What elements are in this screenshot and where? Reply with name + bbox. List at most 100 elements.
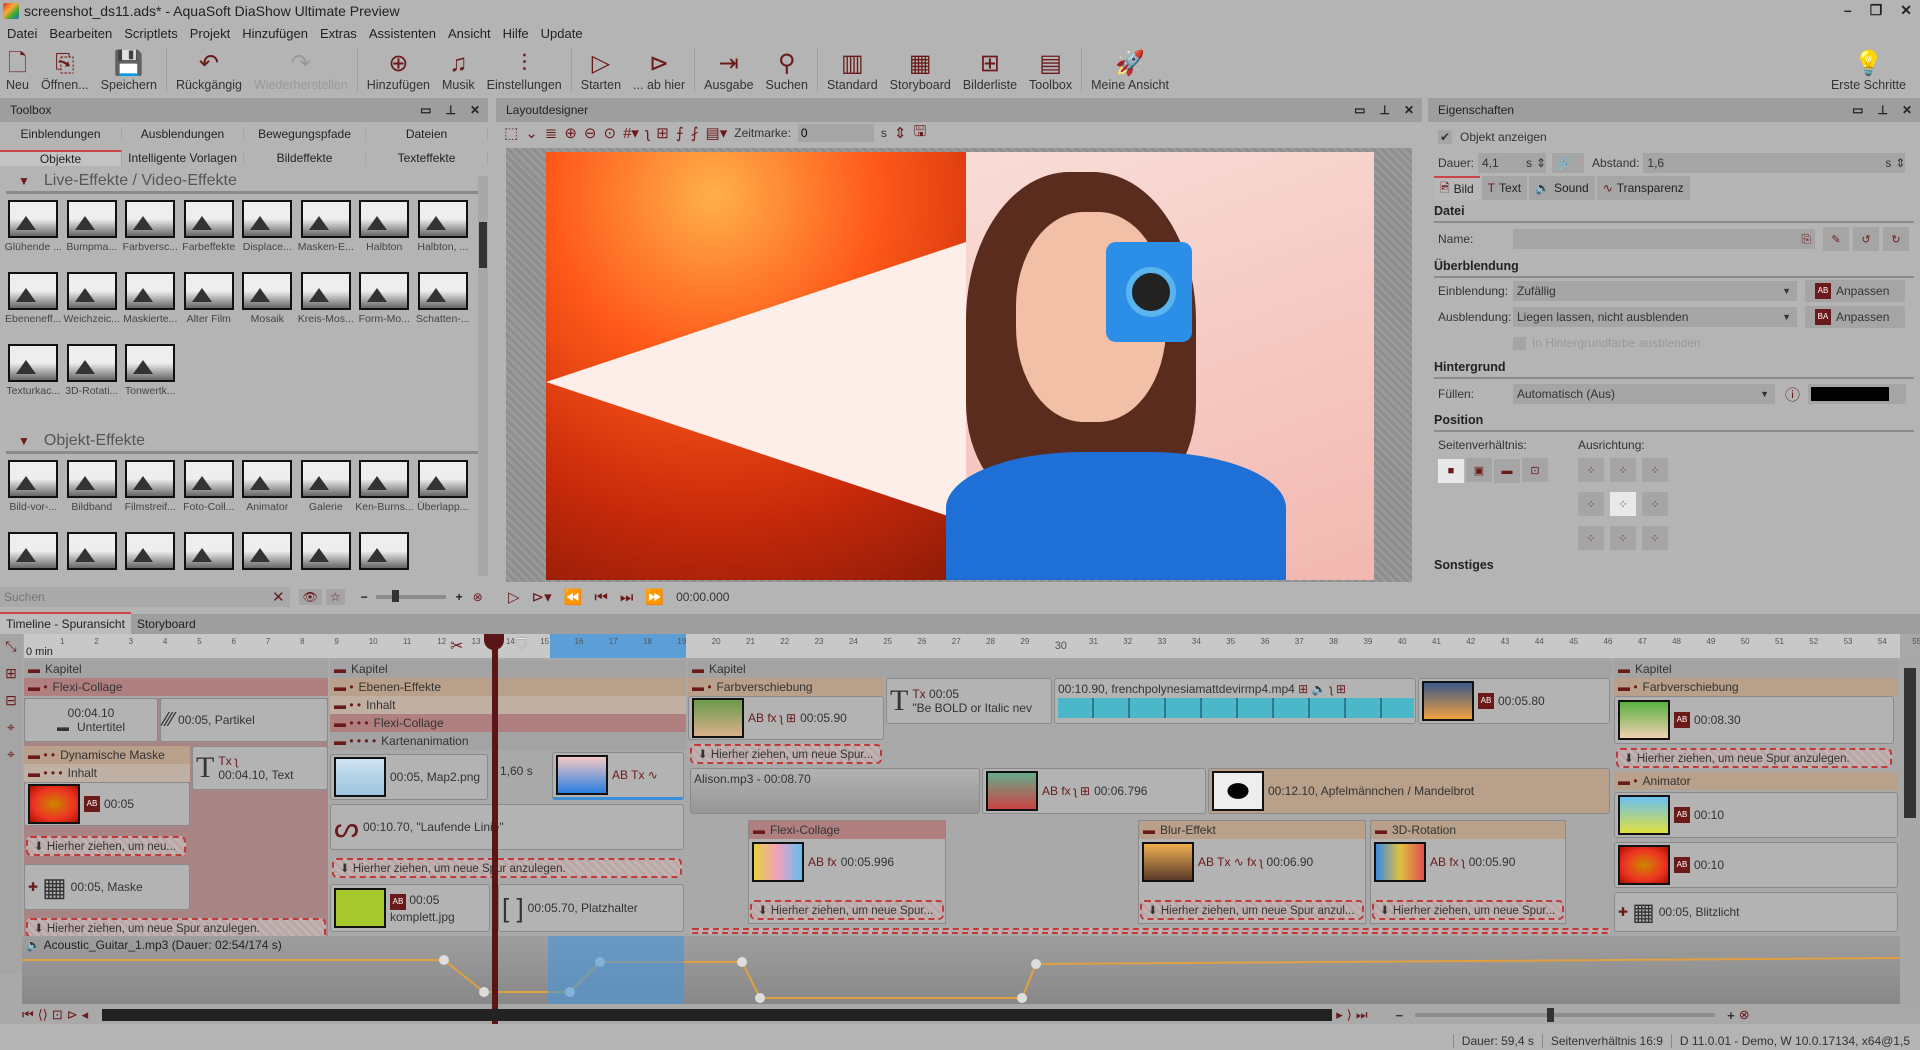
maximize-icon[interactable]: ▭ [1354,103,1365,117]
maximize-icon[interactable]: ▭ [420,103,431,117]
ruler-selection[interactable] [550,634,686,658]
menu-update[interactable]: Update [541,26,583,44]
timeline-horizontal-scrollbar[interactable] [102,1009,1333,1021]
inhalt-header[interactable]: ▬ • • Inhalt [330,696,686,714]
toolbar-play-button[interactable]: ▷ Starten [575,46,627,94]
flexi-collage-header[interactable]: ▬ • • • Flexi-Collage [330,714,686,732]
align-right-button[interactable]: ⁘ [1642,492,1668,516]
zoom-fit-icon[interactable]: ⊙ [604,124,617,142]
effect-item[interactable]: Kreis-Mos... [297,272,356,344]
drop-zone-chapter[interactable] [690,928,1610,934]
clip-particles[interactable]: ⁄⁄⁄ 00:05, Partikel [160,698,328,742]
drop-zone[interactable]: ⬇ Hierher ziehen, um neue Spur anzulegen… [332,858,682,878]
clip-audio-alison[interactable]: Alison.mp3 - 00:08.70 [690,768,980,814]
effect-item[interactable]: Displace... [238,200,297,272]
fast-rewind-icon[interactable]: ⏪ [564,588,583,606]
previous-icon[interactable]: ⏮ [594,589,608,606]
aspect-stretch-button[interactable]: ▬ [1494,458,1520,483]
minimize-button[interactable]: – [1844,2,1852,19]
zoom-fit-timeline-icon[interactable]: ⤡ [5,638,16,655]
drop-zone[interactable]: ⬇ Hierher ziehen, um neue Spur anzulegen… [1616,748,1892,768]
name-input[interactable]: ⎘ [1513,229,1815,249]
effect-item[interactable]: Halbton, ... [414,200,473,272]
menu-assistenten[interactable]: Assistenten [369,26,436,44]
spinner-icon[interactable]: ⇕ [894,124,907,142]
timeline-zoom-slider[interactable] [1415,1008,1716,1022]
map-animation-header[interactable]: ▬ • • • • Kartenanimation [330,732,686,750]
clip-family[interactable]: AB fx ʅ ⊞ 00:05.90 [688,696,884,740]
clip-flower-2[interactable]: AB 00:10 [1614,842,1898,888]
clip-flash[interactable]: ✚ ▦ 00:05, Blitzlicht [1614,892,1898,932]
effect-item[interactable]: Überlapp... [414,460,473,532]
effect-item[interactable]: Halbton [355,200,414,272]
align-bottom-button[interactable]: ⁘ [1610,526,1636,550]
collapse-all-icon[interactable]: ⊟ [5,692,17,709]
toolbar-export-button[interactable]: ⇥ Ausgabe [698,46,759,94]
effect-item[interactable]: Alter Film [180,272,239,344]
drop-zone[interactable]: ⬇ Hierher ziehen, um neue Spur... [750,900,944,920]
fill-color-picker[interactable] [1808,384,1907,404]
bg-fade-checkbox[interactable] [1513,336,1526,350]
effect-item[interactable]: Ebeneneff... [4,272,63,344]
drop-zone[interactable]: ⬇ Hierher ziehen, um neue Spur... [1372,900,1564,920]
toolbar-layout-imagelist-button[interactable]: ⊞ Bilderliste [957,46,1023,94]
close-button[interactable]: ✕ [1900,2,1912,19]
toolbar-search-button[interactable]: ⚲ Suchen [760,46,814,94]
timeline-zoom-reset-icon[interactable]: ⊗ [1739,1007,1750,1023]
edit-icon[interactable]: ✎ [1823,227,1849,251]
toolbar-layout-toolbox-button[interactable]: ▤ Toolbox [1023,46,1078,94]
toolbar-save-button[interactable]: 💾 Speichern [95,46,163,94]
effect-item[interactable]: Glühende ... [4,200,63,272]
effect-item[interactable]: Galerie [297,460,356,532]
menu-hinzufügen[interactable]: Hinzufügen [242,26,308,44]
effect-item[interactable]: 3D-Rotati... [63,344,122,416]
clip-jump[interactable]: AB 00:10 [1614,792,1898,838]
rotate-left-icon[interactable]: ↺ [1853,227,1879,251]
effect-item[interactable]: Form-Mo... [355,272,414,344]
close-icon[interactable]: ✕ [1404,103,1414,117]
drop-zone[interactable]: ⬇ Hierher ziehen, um neue Spur anzulegen… [26,918,326,938]
audio-selection[interactable] [548,936,684,1004]
align-icon[interactable]: ▤▾ [706,124,728,142]
zoom-selection-icon[interactable]: ⊡ [52,1007,63,1023]
scissors-icon[interactable]: ✂ [450,636,463,656]
abstand-input[interactable]: 1,6 s ⇕ [1643,153,1906,173]
tab-row2-0[interactable]: Objekte [0,150,122,166]
timeline-zoom-in-icon[interactable]: + [1727,1008,1735,1023]
clip-mask[interactable]: ✚ ▦ 00:05, Maske [24,864,190,910]
chapter-header[interactable]: ▬ Kapitel [1614,660,1898,678]
timeline-zoom-out-icon[interactable]: − [1396,1008,1404,1023]
collapse-triangle-icon[interactable]: ▼ [18,434,30,448]
effect-item[interactable]: Texturkac... [4,344,63,416]
align-top-left-button[interactable]: ⁘ [1578,458,1604,482]
rotate-right-icon[interactable]: ↻ [1883,227,1909,251]
zoom-out-icon[interactable]: ⊖ [584,124,597,142]
guides-icon[interactable]: ⌄ [525,124,538,142]
pin-icon[interactable]: ⊥ [445,103,455,117]
menu-scriptlets[interactable]: Scriptlets [124,26,177,44]
go-end-icon[interactable]: ⏭ [1356,1007,1368,1023]
scroll-left-icon[interactable]: ◂ [82,1007,89,1023]
info-icon[interactable]: ⓘ [1785,384,1800,405]
clip-map[interactable]: 00:05, Map2.png [330,754,488,800]
clip-subtitle[interactable]: 00:04.10 ▬ Untertitel [24,698,158,742]
zoom-playhead-icon[interactable]: ⊳ [67,1007,78,1023]
layer-effects-header[interactable]: ▬ • Ebenen-Effekte [330,678,686,696]
chapter-header[interactable]: ▬ Kapitel [330,660,686,678]
zoom-in-icon[interactable]: ⊕ [564,124,577,142]
clip-text[interactable]: T Tx ʅ 00:04.10, Text [192,746,328,790]
toolbar-open-button[interactable]: ⎘ Öffnen... [35,46,95,94]
restore-button[interactable]: ❐ [1870,2,1883,19]
einblendung-anpassen-button[interactable]: AB Anpassen [1805,280,1905,302]
collapse-triangle-icon[interactable]: ▼ [18,174,30,188]
toolbar-layout-storyboard-button[interactable]: ▦ Storyboard [884,46,957,94]
timeline-vertical-scrollbar[interactable] [1900,658,1920,1008]
rot3d-header[interactable]: ▬ 3D-Rotation [1371,821,1565,839]
clip-mandelbrot[interactable]: 00:12.10, Apfelmännchen / Mandelbrot [1208,768,1610,814]
fast-forward-icon[interactable]: ⏩ [645,588,664,606]
ausblendung-select[interactable]: Liegen lassen, nicht ausblenden ▼ [1513,307,1797,327]
effect-item[interactable]: Farbversc... [121,200,180,272]
toolbar-music-button[interactable]: ♫ Musik [436,46,481,94]
eye-icon[interactable]: 👁 [298,589,322,605]
menu-hilfe[interactable]: Hilfe [503,26,529,44]
